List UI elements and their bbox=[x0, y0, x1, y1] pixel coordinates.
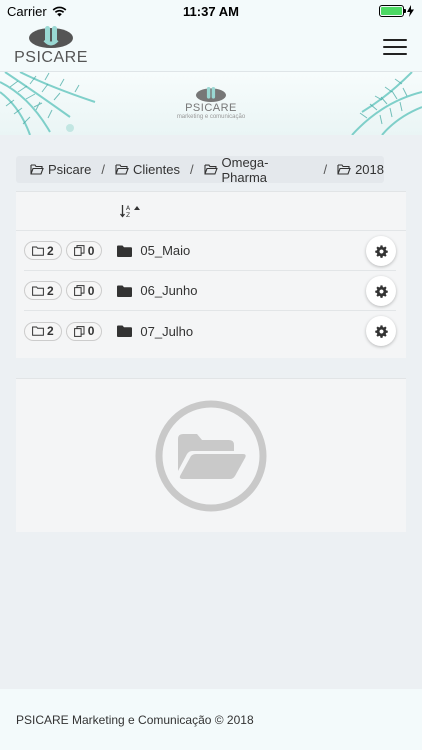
svg-text:Z: Z bbox=[126, 212, 130, 218]
folder-name-label: 06_Junho bbox=[140, 283, 198, 298]
folder-settings-button[interactable] bbox=[366, 236, 396, 266]
subfolder-count: 2 bbox=[47, 243, 54, 258]
header-banner: PSICARE marketing e comunicação bbox=[0, 72, 422, 135]
charging-icon bbox=[407, 5, 414, 17]
breadcrumb-item-omega-pharma[interactable]: Omega-Pharma bbox=[204, 155, 314, 185]
menu-bar bbox=[383, 45, 407, 48]
folder-open-circle-icon bbox=[155, 400, 267, 511]
folder-row[interactable]: 2 0 05_Maio bbox=[24, 231, 396, 271]
empty-preview-card bbox=[16, 378, 406, 532]
gear-icon bbox=[374, 324, 388, 338]
menu-bar bbox=[383, 52, 407, 55]
logo-text: PSICARE bbox=[14, 49, 88, 66]
breadcrumb-item-2018[interactable]: 2018 bbox=[337, 162, 384, 177]
folder-icon bbox=[117, 325, 133, 337]
subfolder-count-badge: 2 bbox=[24, 321, 62, 341]
breadcrumb-item-clientes[interactable]: Clientes bbox=[115, 162, 180, 177]
breadcrumb-label: Psicare bbox=[48, 162, 92, 177]
file-count: 0 bbox=[87, 283, 95, 298]
gear-icon bbox=[374, 244, 388, 258]
footer-copyright: PSICARE Marketing e Comunicação © 2018 bbox=[16, 712, 254, 727]
breadcrumb-separator: / bbox=[323, 162, 328, 177]
folder-icon bbox=[117, 245, 133, 257]
folder-outline-icon bbox=[32, 286, 44, 296]
file-count: 0 bbox=[87, 324, 95, 338]
wifi-icon bbox=[52, 6, 67, 16]
gear-icon bbox=[374, 284, 388, 298]
files-copy-icon bbox=[73, 285, 85, 296]
carrier-label: Carrier bbox=[7, 3, 47, 19]
folder-row[interactable]: 2 0 06_Junho bbox=[24, 271, 396, 311]
folder-name-label: 05_Maio bbox=[140, 243, 191, 258]
files-copy-icon bbox=[73, 245, 85, 256]
status-right bbox=[379, 5, 414, 17]
hamburger-menu-button[interactable] bbox=[383, 38, 407, 55]
folder-outline-icon bbox=[32, 246, 44, 256]
breadcrumb-item-psicare[interactable]: Psicare bbox=[30, 162, 91, 177]
footer: PSICARE Marketing e Comunicação © 2018 bbox=[0, 689, 422, 750]
subfolder-count-badge: 2 bbox=[24, 241, 62, 260]
folder-open-icon bbox=[115, 164, 129, 175]
sort-header: A Z bbox=[16, 192, 406, 231]
folder-link[interactable]: 06_Junho bbox=[117, 283, 198, 298]
top-navbar: PSICARE bbox=[0, 22, 422, 72]
file-count-badge: 0 bbox=[65, 241, 103, 260]
folder-settings-button[interactable] bbox=[366, 316, 396, 346]
breadcrumb-label: 2018 bbox=[355, 162, 384, 177]
breadcrumb-label: Clientes bbox=[132, 162, 180, 177]
folder-icon bbox=[117, 285, 133, 297]
psicare-logo[interactable]: PSICARE bbox=[14, 26, 88, 67]
folder-open-icon bbox=[204, 164, 218, 175]
files-copy-icon bbox=[73, 325, 85, 337]
banner-logo-text: PSICARE bbox=[185, 102, 237, 114]
file-count-badge: 0 bbox=[65, 321, 103, 341]
logo-mark-icon bbox=[29, 26, 73, 48]
svg-text:A: A bbox=[126, 205, 131, 212]
breadcrumb-label: Omega-Pharma bbox=[221, 154, 269, 185]
menu-bar bbox=[383, 38, 407, 41]
banner-logo: PSICARE marketing e comunicação bbox=[177, 87, 245, 120]
folder-row[interactable]: 2 0 07_Julho bbox=[24, 311, 396, 351]
sort-alpha-asc-icon[interactable]: A Z bbox=[120, 204, 144, 218]
folder-link[interactable]: 07_Julho bbox=[117, 324, 193, 339]
subfolder-count: 2 bbox=[47, 283, 54, 298]
folder-settings-button[interactable] bbox=[366, 276, 396, 306]
subfolder-count: 2 bbox=[47, 324, 54, 338]
palm-leaves-right-icon bbox=[351, 72, 422, 135]
file-count: 0 bbox=[87, 243, 95, 258]
folder-open-icon bbox=[30, 164, 44, 175]
breadcrumb: Psicare / Clientes / Omega-Pharma / 2018 bbox=[16, 155, 384, 185]
banner-subtitle: marketing e comunicação bbox=[176, 114, 246, 120]
file-count-badge: 0 bbox=[65, 281, 103, 300]
folder-outline-icon bbox=[32, 326, 44, 336]
folder-list-card: A Z 2 0 05_Maio 2 0 06_Junho 2 0 07_Julh… bbox=[16, 191, 406, 358]
folder-link[interactable]: 05_Maio bbox=[117, 243, 190, 258]
breadcrumb-separator: / bbox=[101, 162, 105, 177]
breadcrumb-separator: / bbox=[189, 162, 194, 177]
status-bar: Carrier 11:37 AM bbox=[0, 0, 422, 22]
folder-name-label: 07_Julho bbox=[140, 323, 194, 339]
battery-icon bbox=[379, 5, 406, 17]
banner-logo-mark-icon bbox=[196, 87, 226, 102]
subfolder-count-badge: 2 bbox=[24, 281, 62, 300]
folder-open-icon bbox=[337, 164, 351, 175]
palm-leaves-left-icon bbox=[0, 72, 96, 135]
status-left: Carrier bbox=[7, 4, 67, 19]
